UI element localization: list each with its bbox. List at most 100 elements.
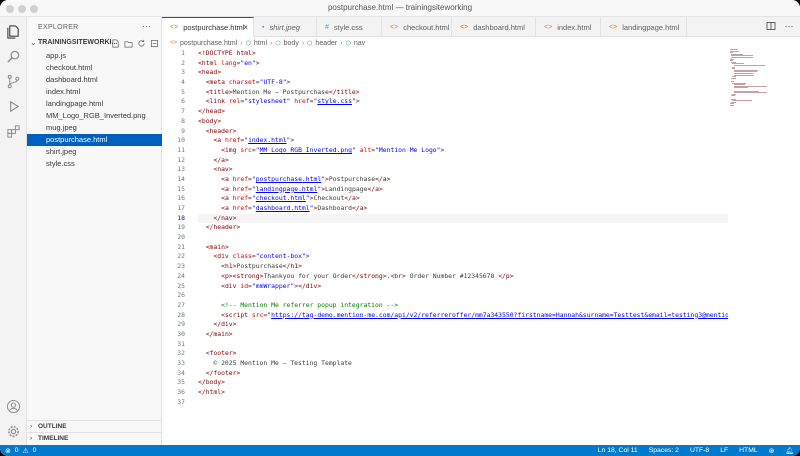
breadcrumb-item[interactable]: html	[254, 40, 267, 47]
code-line[interactable]: </body>	[198, 378, 728, 388]
file-item[interactable]: style.css	[27, 158, 162, 170]
file-item[interactable]: MM_Logo_RGB_Inverted.png	[27, 110, 162, 122]
split-editor-icon[interactable]	[766, 21, 776, 31]
workspace-folder[interactable]: ⌄ TRAININGSITEWORKI...	[27, 37, 162, 49]
tab-label: index.html	[557, 22, 592, 32]
search-icon[interactable]	[6, 49, 21, 64]
code-line[interactable]: </footer>	[198, 369, 728, 379]
extensions-icon[interactable]	[6, 124, 21, 139]
code-line[interactable]: <meta charset="UTF-8">	[198, 78, 728, 88]
code-line[interactable]	[198, 340, 728, 350]
code-line[interactable]: <!-- Mention Me referrer popup integrati…	[198, 301, 728, 311]
tab-shirt-jpeg[interactable]: ▪ shirt.jpeg	[254, 17, 317, 37]
line-number: 37	[177, 397, 185, 406]
code-line[interactable]: <link rel="stylesheet" href="style.css">	[198, 97, 728, 107]
breadcrumb-item[interactable]: postpurchase.html	[180, 40, 237, 47]
code-line[interactable]: </head>	[198, 107, 728, 117]
code-line[interactable]	[198, 291, 728, 301]
tab-postpurchase-html[interactable]: <> postpurchase.html ×	[162, 17, 254, 37]
tab-checkout-html[interactable]: <> checkout.html	[382, 17, 452, 37]
file-item[interactable]: landingpage.html	[27, 98, 162, 110]
code-line[interactable]: © 2025 Mention Me – Testing Template	[198, 359, 728, 369]
source-control-icon[interactable]	[6, 74, 21, 89]
breadcrumb-item[interactable]: body	[284, 40, 299, 47]
tab-landingpage-html[interactable]: <> landingpage.html	[601, 17, 687, 37]
code-editor[interactable]: 1 2 3 4 5 6 7 8 9 10 11 12 13 14 15 16 17 18 19 20 21 22 23 24 2…	[162, 49, 800, 445]
notifications-bell-icon[interactable]: 🔔︎	[785, 447, 794, 455]
code-line[interactable]: <a href="postpurchase.html">Postpurchase…	[198, 175, 728, 185]
chevron-down-icon: ⌄	[30, 38, 37, 47]
line-number: 25	[177, 281, 185, 290]
code-line[interactable]: </div>	[198, 320, 728, 330]
file-item[interactable]: app.js	[27, 50, 162, 62]
account-icon[interactable]	[6, 399, 21, 414]
activity-bar	[0, 17, 27, 445]
breadcrumb-item[interactable]: header	[315, 40, 337, 47]
copilot-icon[interactable]: ⊛	[769, 447, 775, 455]
collapse-all-icon[interactable]	[149, 38, 159, 48]
timeline-section[interactable]: › TIMELINE	[27, 432, 162, 443]
outline-section[interactable]: › OUTLINE	[27, 420, 162, 431]
tab-style-css[interactable]: # style.css	[317, 17, 382, 37]
file-item[interactable]: mug.jpeg	[27, 122, 162, 134]
cursor-position[interactable]: Ln 18, Col 11	[598, 447, 638, 455]
code-line[interactable]: <main>	[198, 243, 728, 253]
code-line[interactable]: <header>	[198, 127, 728, 137]
more-actions-icon[interactable]: ···	[784, 21, 794, 31]
more-actions-icon[interactable]: ···	[142, 21, 151, 31]
error-count[interactable]: 0	[15, 447, 19, 455]
file-item[interactable]: checkout.html	[27, 62, 162, 74]
code-line[interactable]: <title>Mention Me – Postpurchase</title>	[198, 88, 728, 98]
code-line[interactable]: <script src="https://tag-demo.mention-me…	[198, 311, 728, 321]
explorer-icon[interactable]	[6, 24, 21, 39]
code-line[interactable]: <img src="MM_Logo_RGB_Inverted.png" alt=…	[198, 146, 728, 156]
code-line[interactable]	[198, 398, 728, 408]
refresh-icon[interactable]	[136, 38, 146, 48]
code-line[interactable]: <nav>	[198, 165, 728, 175]
code-line[interactable]: </main>	[198, 330, 728, 340]
file-item[interactable]: index.html	[27, 86, 162, 98]
tab-index-html[interactable]: <> index.html	[536, 17, 601, 37]
warning-count[interactable]: 0	[33, 447, 37, 455]
line-number: 15	[177, 184, 185, 193]
code-line[interactable]: <div id="mmWrapper"></div>	[198, 282, 728, 292]
code-area[interactable]: <!DOCTYPE html> <html lang="en"> <head> <m…	[198, 49, 728, 407]
file-type-icon: <>	[460, 23, 469, 31]
new-file-icon[interactable]	[110, 38, 120, 48]
minimap[interactable]	[730, 49, 788, 109]
code-line[interactable]: <a href="dashboard.html">Dashboard</a>	[198, 204, 728, 214]
explorer-header: EXPLORER	[38, 24, 79, 31]
warnings-icon[interactable]: ⚠	[22, 447, 28, 455]
end-of-line[interactable]: LF	[720, 447, 728, 455]
file-item[interactable]: postpurchase.html	[27, 134, 162, 146]
tab-dashboard-html[interactable]: <> dashboard.html	[452, 17, 536, 37]
code-line[interactable]: <head>	[198, 68, 728, 78]
settings-gear-icon[interactable]	[6, 424, 21, 439]
new-folder-icon[interactable]	[123, 38, 133, 48]
code-line[interactable]: <a href="checkout.html">Checkout</a>	[198, 194, 728, 204]
run-debug-icon[interactable]	[6, 99, 21, 114]
code-line[interactable]: </nav>	[198, 213, 728, 224]
code-line[interactable]: </header>	[198, 223, 728, 233]
code-line[interactable]: <p><strong>Thankyou for your Order</stro…	[198, 272, 728, 282]
code-line[interactable]: <h1>Postpurchase</h1>	[198, 262, 728, 272]
indentation[interactable]: Spaces: 2	[649, 447, 679, 455]
code-line[interactable]: <html lang="en">	[198, 59, 728, 69]
chevron-right-icon: ›	[301, 39, 305, 47]
file-item[interactable]: dashboard.html	[27, 74, 162, 86]
close-tab-icon[interactable]: ×	[243, 23, 248, 32]
code-line[interactable]: <footer>	[198, 349, 728, 359]
code-line[interactable]: <body>	[198, 117, 728, 127]
code-line[interactable]: <div class="content-box">	[198, 252, 728, 262]
code-line[interactable]: </html>	[198, 388, 728, 398]
errors-icon[interactable]: ⊗	[5, 447, 11, 455]
code-line[interactable]	[198, 233, 728, 243]
language-mode[interactable]: HTML	[739, 447, 758, 455]
code-line[interactable]: <a href="index.html">	[198, 136, 728, 146]
file-item[interactable]: shirt.jpeg	[27, 146, 162, 158]
breadcrumb-item[interactable]: nav	[354, 40, 365, 47]
code-line[interactable]: <a href="landingpage.html">Landingpage</…	[198, 185, 728, 195]
code-line[interactable]: <!DOCTYPE html>	[198, 49, 728, 59]
code-line[interactable]: </a>	[198, 156, 728, 166]
encoding[interactable]: UTF-8	[690, 447, 709, 455]
